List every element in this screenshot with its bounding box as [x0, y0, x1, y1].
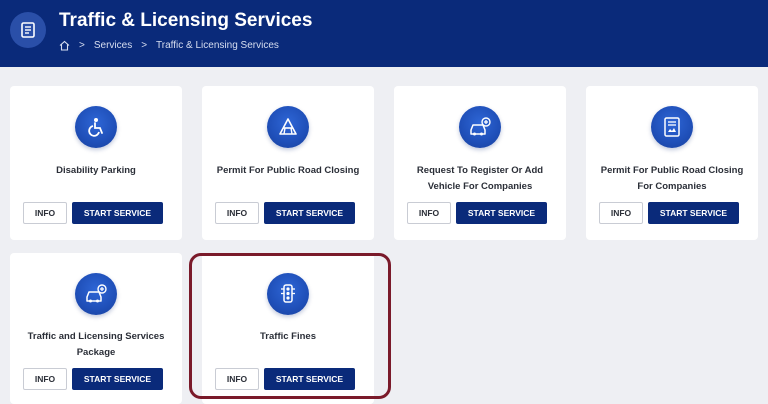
info-button[interactable]: INFO	[23, 368, 67, 390]
card-label: Permit For Public Road Closing	[216, 165, 360, 176]
start-service-button[interactable]: START SERVICE	[72, 202, 163, 224]
service-card-register-vehicle: Request To Register Or Add Vehicle For C…	[394, 86, 566, 240]
vehicle-package-icon	[75, 273, 117, 315]
page-header: Traffic & Licensing Services > Services …	[0, 0, 768, 67]
add-vehicle-icon	[459, 106, 501, 148]
card-label: Request To Register Or Add Vehicle For C…	[416, 165, 544, 192]
highlight-frame	[189, 253, 391, 399]
home-icon[interactable]	[59, 40, 70, 51]
card-label: Traffic and Licensing Services Package	[27, 331, 165, 358]
start-service-button[interactable]: START SERVICE	[72, 368, 163, 390]
start-service-button[interactable]: START SERVICE	[648, 202, 739, 224]
wheelchair-icon	[75, 106, 117, 148]
card-label: Disability Parking	[56, 165, 136, 176]
card-label: Permit For Public Road Closing For Compa…	[600, 165, 744, 192]
breadcrumb-services[interactable]: Services	[94, 40, 132, 51]
info-button[interactable]: INFO	[407, 202, 451, 224]
breadcrumb-separator: >	[141, 40, 148, 51]
breadcrumb: > Services > Traffic & Licensing Service…	[59, 40, 279, 51]
road-closure-icon	[267, 106, 309, 148]
permit-document-icon	[651, 106, 693, 148]
service-card-services-package: Traffic and Licensing Services Package I…	[10, 253, 182, 404]
service-card-disability-parking: Disability Parking INFO START SERVICE	[10, 86, 182, 240]
info-button[interactable]: INFO	[215, 202, 259, 224]
start-service-button[interactable]: START SERVICE	[456, 202, 547, 224]
breadcrumb-current: Traffic & Licensing Services	[156, 40, 279, 51]
info-button[interactable]: INFO	[23, 202, 67, 224]
info-button[interactable]: INFO	[599, 202, 643, 224]
service-card-road-closing: Permit For Public Road Closing INFO STAR…	[202, 86, 374, 240]
service-card-road-closing-companies: Permit For Public Road Closing For Compa…	[586, 86, 758, 240]
page-title: Traffic & Licensing Services	[59, 10, 313, 31]
document-icon	[10, 12, 46, 48]
breadcrumb-separator: >	[79, 40, 85, 51]
start-service-button[interactable]: START SERVICE	[264, 202, 355, 224]
